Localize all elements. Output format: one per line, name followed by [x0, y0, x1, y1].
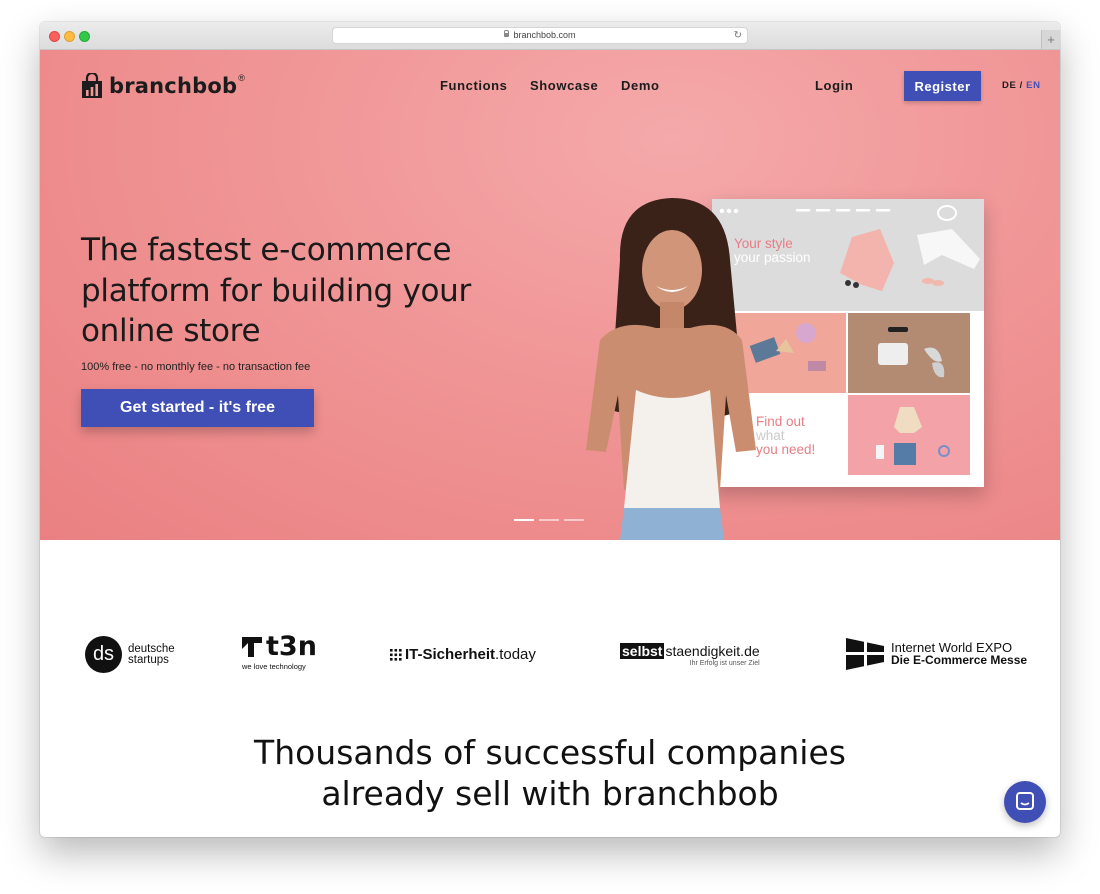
- nav-demo[interactable]: Demo: [621, 78, 660, 93]
- logo-deutsche-startups: ds deutsche startups: [85, 636, 175, 673]
- login-link[interactable]: Login: [815, 78, 853, 93]
- reload-icon[interactable]: ↻: [734, 28, 742, 43]
- mockup-tile-shoes: [848, 313, 970, 393]
- browser-toolbar: branchbob.com ↻ +: [40, 22, 1060, 50]
- slide-dot-2[interactable]: [539, 519, 559, 521]
- grid-dots-icon: [390, 648, 402, 661]
- slider-dots: [514, 519, 584, 521]
- it-sicherheit-text: IT-Sicherheit: [405, 646, 496, 663]
- registered-mark: ®: [238, 73, 245, 83]
- logo-it-sicherheit: IT-Sicherheit .today: [390, 646, 536, 663]
- smiling-woman-image: [586, 198, 756, 540]
- new-tab-button[interactable]: +: [1041, 30, 1060, 49]
- logo-t3n: t3n we love technology: [240, 631, 317, 671]
- section-tagline: Thousands of successful companies alread…: [40, 732, 1060, 814]
- shopping-bag-icon: [82, 73, 102, 98]
- chat-icon: [1016, 792, 1034, 810]
- selbst-subtext: Ihr Erfolg ist unser Ziel: [689, 660, 760, 667]
- selbst-text: selbst: [620, 643, 665, 659]
- register-button[interactable]: Register: [904, 71, 981, 101]
- t3n-subtext: we love technology: [242, 662, 306, 671]
- slide-dot-3[interactable]: [564, 519, 584, 521]
- internet-world-mark: [846, 636, 884, 672]
- zoom-window-button[interactable]: [79, 31, 90, 42]
- tagline-line1: Thousands of successful companies: [254, 733, 846, 772]
- close-window-button[interactable]: [49, 31, 60, 42]
- iwe-line2: Die E-Commerce Messe: [891, 653, 1028, 667]
- lang-de-link[interactable]: DE: [1002, 80, 1016, 91]
- nav-showcase[interactable]: Showcase: [530, 78, 598, 93]
- brand-logo[interactable]: branchbob ®: [81, 71, 245, 101]
- slide-dot-1[interactable]: [514, 519, 534, 521]
- hero-section: branchbob ® Functions Showcase Demo Logi…: [40, 50, 1060, 540]
- ds-line1: deutsche: [128, 642, 175, 655]
- lock-icon: [504, 30, 510, 37]
- ds-line2: startups: [128, 653, 169, 666]
- tagline-line2: already sell with branchbob: [321, 774, 779, 813]
- lang-en-link[interactable]: EN: [1026, 80, 1040, 91]
- logo-selbststaendigkeit: selbst staendigkeit.de Ihr Erfolg ist un…: [620, 643, 760, 667]
- press-logos: ds deutsche startups t3n we love technol…: [40, 632, 1060, 692]
- browser-window: branchbob.com ↻ + branchbob ® Functions …: [40, 22, 1060, 837]
- t3n-mark: [242, 637, 262, 657]
- brand-name: branchbob: [109, 74, 238, 98]
- url-text: branchbob.com: [513, 30, 576, 40]
- lang-separator: /: [1019, 80, 1023, 91]
- address-bar[interactable]: branchbob.com ↻: [332, 27, 748, 44]
- logo-internet-world-expo: Internet World EXPO Die E-Commerce Messe: [846, 636, 1027, 672]
- it-today-text: .today: [495, 646, 536, 663]
- t3n-text: t3n: [266, 631, 317, 662]
- ds-mark: ds: [85, 636, 122, 673]
- staendigkeit-text: staendigkeit.de: [665, 643, 760, 659]
- hero-headline: The fastest e-commerce platform for buil…: [81, 232, 471, 349]
- language-switcher: DE / EN: [1002, 80, 1041, 91]
- chat-launcher-button[interactable]: [1004, 781, 1046, 823]
- mockup-tile-outfit: [848, 395, 970, 475]
- nav-functions[interactable]: Functions: [440, 78, 508, 93]
- minimize-window-button[interactable]: [64, 31, 75, 42]
- get-started-button[interactable]: Get started - it's free: [81, 389, 314, 427]
- hero-subline: 100% free - no monthly fee - no transact…: [81, 361, 311, 373]
